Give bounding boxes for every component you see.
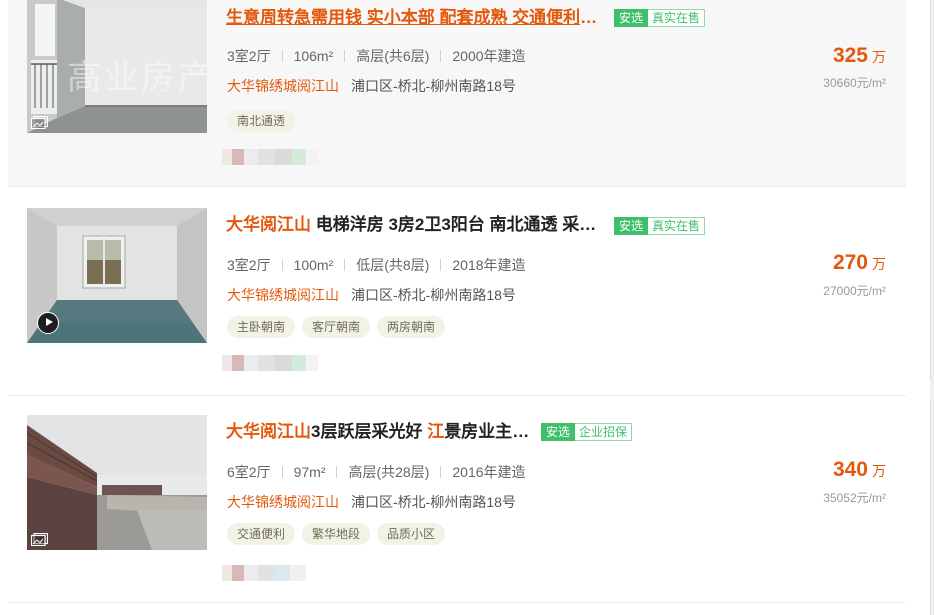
feature-tag: 两房朝南 <box>377 316 446 338</box>
total-price: 270 万 <box>833 251 886 275</box>
divider <box>344 50 346 62</box>
price-unit: 万 <box>872 463 886 479</box>
community-link[interactable]: 大华锦绣城阅江山 <box>227 494 339 510</box>
page-scrollbar-edge <box>930 0 934 615</box>
title-highlight: 大华阅江山 <box>226 215 311 234</box>
room-layout: 6室2厅 <box>227 464 271 480</box>
divider <box>440 259 442 271</box>
address-line: 大华锦绣城阅江山 浦口区-桥北-柳州南路18号 <box>227 76 516 96</box>
house-attributes: 3室2厅 106m² 高层(共6层) 2000年建造 <box>227 46 526 66</box>
listing-title-link[interactable]: 大华阅江山 电梯洋房 3房2卫3阳台 南北通透 采光好 满五唯一 <box>226 213 600 237</box>
price-unit: 万 <box>872 49 886 65</box>
community-link[interactable]: 大华锦绣城阅江山 <box>227 287 339 303</box>
feature-tags: 主卧朝南 客厅朝南 两房朝南 <box>227 316 446 338</box>
floor-info: 高层(共6层) <box>356 48 430 64</box>
title-text: 景房业主诚售 <box>444 422 536 441</box>
address-line: 大华锦绣城阅江山 浦口区-桥北-柳州南路18号 <box>227 492 516 512</box>
house-attributes: 6室2厅 97m² 高层(共28层) 2016年建造 <box>227 462 526 482</box>
listing-photo[interactable] <box>27 415 207 550</box>
location-text: 浦口区-桥北-柳州南路18号 <box>351 494 516 510</box>
listing-title-link[interactable]: 大华阅江山3层跃层采光好 江景房业主诚售 <box>226 420 536 444</box>
listing-separator <box>8 602 906 603</box>
play-video-icon[interactable] <box>37 312 59 334</box>
feature-tag: 主卧朝南 <box>227 316 296 338</box>
agent-avatar-blurred[interactable] <box>222 355 318 371</box>
room-layout: 3室2厅 <box>227 257 271 273</box>
title-text: 电梯洋房 3房2卫3阳台 南北通透 采光好 满五唯一 <box>315 215 600 234</box>
unit-price: 35052元/m² <box>823 491 886 505</box>
feature-tag: 繁华地段 <box>302 523 371 545</box>
divider <box>440 50 442 62</box>
divider <box>336 466 338 478</box>
unit-price: 27000元/m² <box>823 284 886 298</box>
build-year: 2000年建造 <box>452 48 526 64</box>
floor-info: 低层(共8层) <box>356 257 430 273</box>
location-text: 浦口区-桥北-柳州南路18号 <box>351 78 516 94</box>
location-text: 浦口区-桥北-柳州南路18号 <box>351 287 516 303</box>
divider <box>281 50 283 62</box>
feature-tags: 南北通透 <box>227 110 296 132</box>
room-layout: 3室2厅 <box>227 48 271 64</box>
anxuan-badge: 安选 <box>541 423 576 441</box>
build-year: 2018年建造 <box>452 257 526 273</box>
feature-tag: 南北通透 <box>227 110 296 132</box>
verified-badges: 安选 企业招保 <box>541 423 633 441</box>
feature-tag: 交通便利 <box>227 523 296 545</box>
divider <box>440 466 442 478</box>
price-value: 325 <box>832 44 868 67</box>
real-sale-badge: 真实在售 <box>648 9 706 27</box>
anxuan-badge: 安选 <box>614 9 649 27</box>
feature-tag: 客厅朝南 <box>302 316 371 338</box>
agent-avatar-blurred[interactable] <box>222 149 318 165</box>
unit-price: 30660元/m² <box>823 76 886 90</box>
feature-tags: 交通便利 繁华地段 品质小区 <box>227 523 446 545</box>
title-highlight: 大华阅江山 <box>226 422 311 441</box>
album-icon <box>31 533 48 546</box>
title-highlight: 江 <box>427 422 445 441</box>
community-link[interactable]: 大华锦绣城阅江山 <box>227 78 339 94</box>
enterprise-guarantee-badge: 企业招保 <box>575 423 633 441</box>
address-line: 大华锦绣城阅江山 浦口区-桥北-柳州南路18号 <box>227 285 516 305</box>
house-attributes: 3室2厅 100m² 低层(共8层) 2018年建造 <box>227 255 526 275</box>
title-text: 3层跃层采光好 <box>311 422 428 441</box>
house-area: 97m² <box>293 464 326 480</box>
verified-badges: 安选 真实在售 <box>614 9 706 27</box>
listing-card[interactable]: 高业房产 生意周转急需用钱 实小本部 配套成熟 交通便利 花园洋房 安选 真实在… <box>8 0 906 187</box>
floor-info: 高层(共28层) <box>348 464 430 480</box>
divider <box>281 466 283 478</box>
album-icon <box>31 116 48 129</box>
verified-badges: 安选 真实在售 <box>614 217 706 235</box>
listing-photo[interactable]: 高业房产 <box>27 0 207 133</box>
price-value: 340 <box>832 458 868 481</box>
rooftop-photo-image <box>27 415 207 550</box>
house-area: 100m² <box>293 257 334 273</box>
listing-photo[interactable] <box>27 208 207 343</box>
house-area: 106m² <box>293 48 334 64</box>
total-price: 340 万 <box>833 458 886 482</box>
price-value: 270 <box>832 251 868 274</box>
divider <box>281 259 283 271</box>
feature-tag: 品质小区 <box>377 523 446 545</box>
divider <box>344 259 346 271</box>
total-price: 325 万 <box>833 44 886 68</box>
photo-watermark: 高业房产 <box>67 58 207 98</box>
real-sale-badge: 真实在售 <box>648 217 706 235</box>
listing-title-link[interactable]: 生意周转急需用钱 实小本部 配套成熟 交通便利 花园洋房 <box>226 6 600 30</box>
price-unit: 万 <box>872 256 886 272</box>
agent-avatar-blurred[interactable] <box>222 565 306 581</box>
anxuan-badge: 安选 <box>614 217 649 235</box>
build-year: 2016年建造 <box>452 464 526 480</box>
listing-card[interactable]: 大华阅江山 电梯洋房 3房2卫3阳台 南北通透 采光好 满五唯一 安选 真实在售… <box>8 187 906 396</box>
listing-card[interactable]: 大华阅江山3层跃层采光好 江景房业主诚售 安选 企业招保 6室2厅 97m² 高… <box>8 396 906 603</box>
